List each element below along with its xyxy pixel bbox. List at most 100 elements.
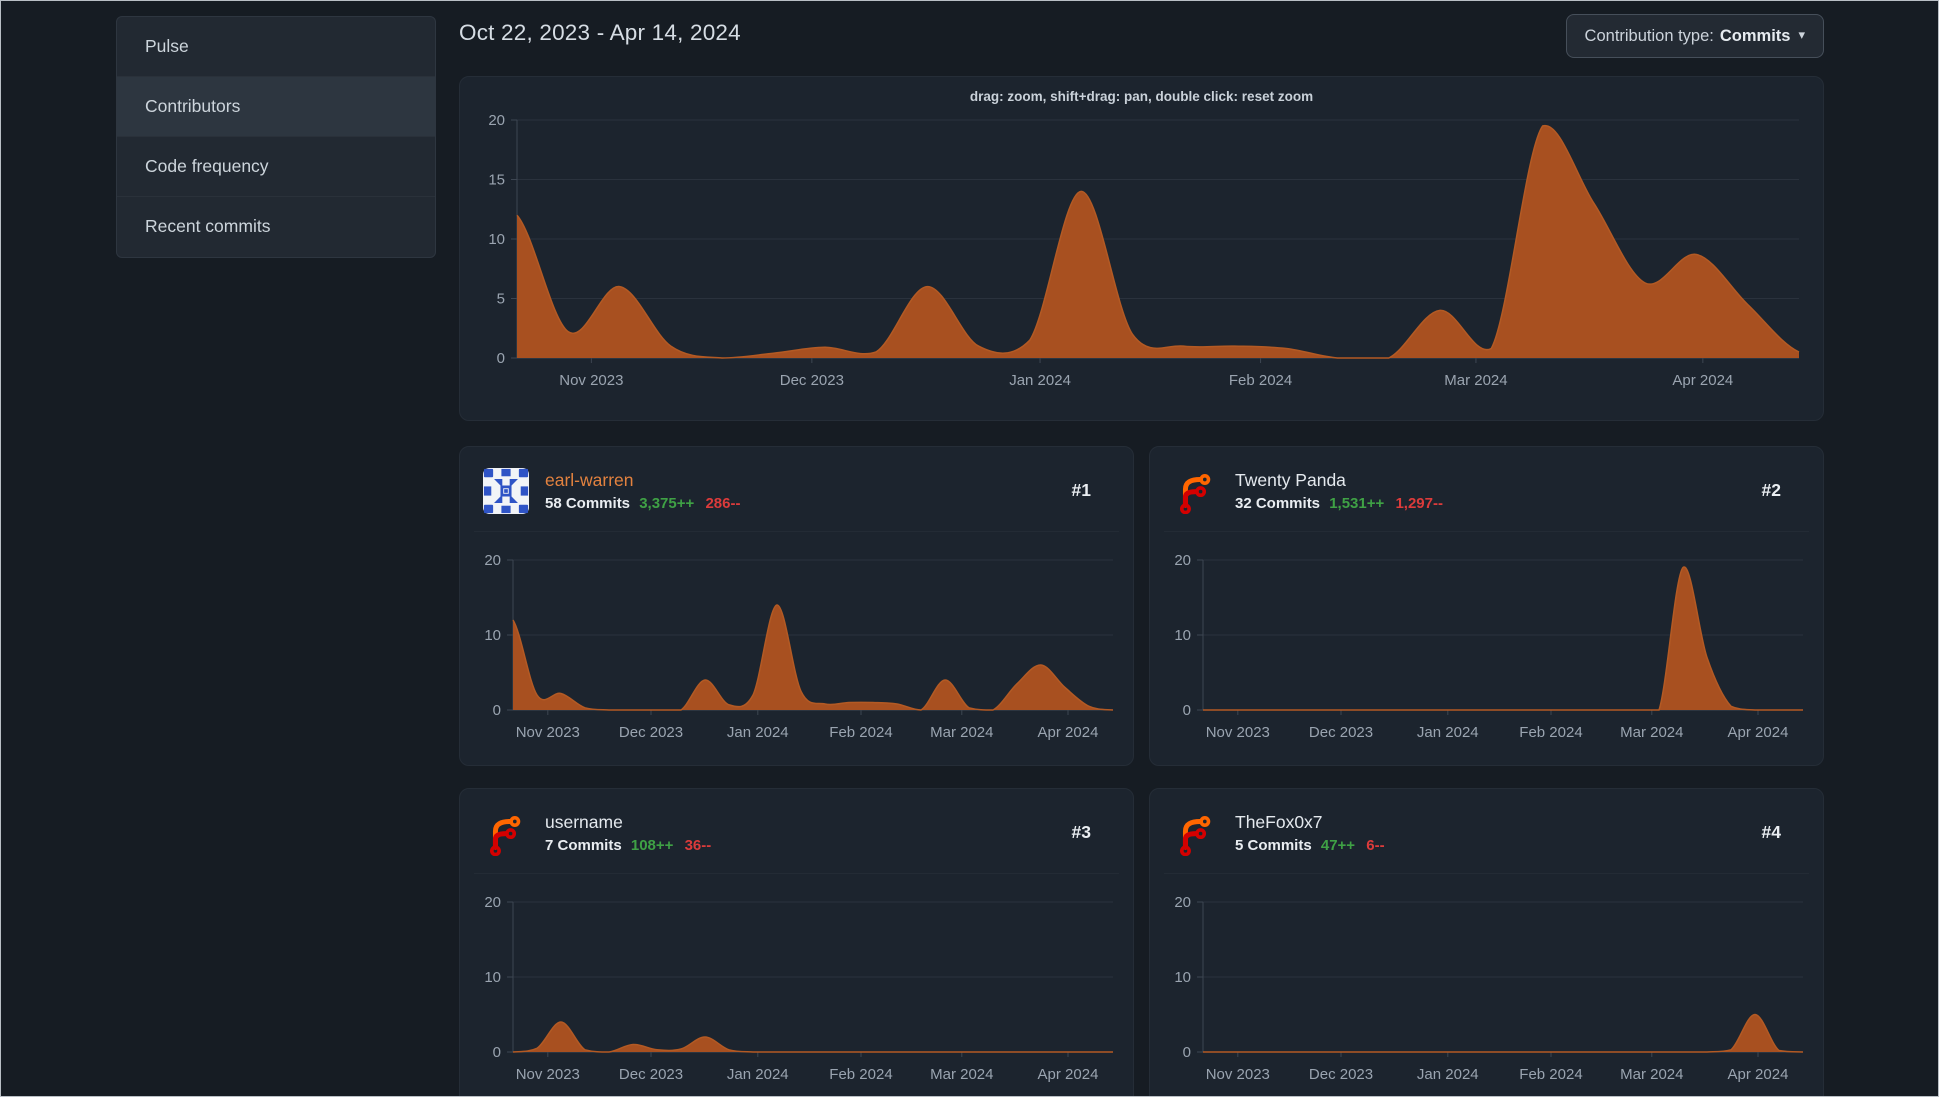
svg-text:Mar 2024: Mar 2024 <box>1620 724 1683 741</box>
additions-count: 108++ <box>630 836 674 854</box>
contributor-name: Twenty Panda <box>1235 469 1346 490</box>
contributor-stats: 58 Commits 3,375++ 286-- <box>545 495 1072 512</box>
svg-text:0: 0 <box>493 702 501 719</box>
overall-contributions-chart[interactable]: 0 5 10 15 20 Nov 2023 Dec 2023 Jan 2024 Feb 2024… <box>484 114 1801 398</box>
svg-text:0: 0 <box>1183 1044 1191 1061</box>
commit-count: 7 Commits <box>545 836 622 854</box>
svg-text:Nov 2023: Nov 2023 <box>516 1066 580 1083</box>
svg-text:Feb 2024: Feb 2024 <box>1229 372 1292 389</box>
contributor-name: TheFox0x7 <box>1235 811 1323 832</box>
contributor-card-header: username 7 Commits 108++ 36-- #3 <box>474 789 1119 874</box>
svg-text:15: 15 <box>488 172 505 189</box>
svg-text:Apr 2024: Apr 2024 <box>1728 724 1789 741</box>
contributor-rank: #4 <box>1761 822 1781 842</box>
contributor-identity: Twenty Panda 32 Commits 1,531++ 1,297-- <box>1235 470 1762 512</box>
svg-text:0: 0 <box>497 350 505 367</box>
date-range-title: Oct 22, 2023 - Apr 14, 2024 <box>459 20 741 45</box>
contributor-card-header: earl-warren 58 Commits 3,375++ 286-- #1 <box>474 447 1119 532</box>
contributor-stats: 5 Commits 47++ 6-- <box>1235 837 1762 854</box>
svg-text:10: 10 <box>1174 627 1191 644</box>
svg-text:20: 20 <box>488 114 505 129</box>
svg-text:Mar 2024: Mar 2024 <box>930 1066 993 1083</box>
contributor-chart[interactable]: 0 10 20 Nov 2023 Dec 2023 Jan 2024 Feb 2024 Mar… <box>1164 896 1811 1092</box>
contributor-rank: #2 <box>1761 480 1781 500</box>
svg-text:Feb 2024: Feb 2024 <box>829 724 892 741</box>
contributor-card: TheFox0x7 5 Commits 47++ 6-- #4 0 10 20 Nov… <box>1149 788 1824 1096</box>
commit-count: 58 Commits <box>545 494 631 512</box>
identicon-avatar <box>483 467 529 514</box>
chart-zoom-hint: drag: zoom, shift+drag: pan, double clic… <box>969 89 1314 104</box>
svg-text:0: 0 <box>493 1044 501 1061</box>
svg-text:Nov 2023: Nov 2023 <box>1206 724 1270 741</box>
additions-count: 47++ <box>1320 836 1356 854</box>
deletions-count: 1,297-- <box>1395 494 1443 512</box>
svg-text:Apr 2024: Apr 2024 <box>1672 372 1733 389</box>
sidebar-item-contributors[interactable]: Contributors <box>117 77 435 137</box>
contributor-card: Twenty Panda 32 Commits 1,531++ 1,297-- … <box>1149 446 1824 766</box>
contributor-chart[interactable]: 0 10 20 Nov 2023 Dec 2023 Jan 2024 Feb 2024 Mar… <box>1164 554 1811 750</box>
svg-text:5: 5 <box>497 291 505 308</box>
contributor-stats: 7 Commits 108++ 36-- <box>545 837 1072 854</box>
svg-text:Jan 2024: Jan 2024 <box>727 724 789 741</box>
contribution-type-dropdown[interactable]: Contribution type: Commits ▾ <box>1565 14 1824 58</box>
additions-count: 3,375++ <box>639 494 695 512</box>
svg-text:Dec 2023: Dec 2023 <box>1309 724 1373 741</box>
svg-text:Dec 2023: Dec 2023 <box>1309 1066 1373 1083</box>
contributor-chart[interactable]: 0 10 20 Nov 2023 Dec 2023 Jan 2024 Feb 2024 Mar… <box>474 896 1121 1092</box>
svg-text:Jan 2024: Jan 2024 <box>1417 724 1479 741</box>
contributors-page: Pulse Contributors Code frequency Recent… <box>0 0 1939 1097</box>
svg-text:Apr 2024: Apr 2024 <box>1038 724 1099 741</box>
contribution-type-label: Contribution type: <box>1584 26 1714 45</box>
svg-text:10: 10 <box>488 231 505 248</box>
sidebar-menu: Pulse Contributors Code frequency Recent… <box>116 16 436 258</box>
sidebar-item-recent-commits[interactable]: Recent commits <box>117 197 435 257</box>
contributor-name-link[interactable]: earl-warren <box>545 470 634 491</box>
svg-text:Nov 2023: Nov 2023 <box>559 372 623 389</box>
commit-count: 5 Commits <box>1235 836 1312 854</box>
contributor-rank: #1 <box>1071 480 1091 500</box>
svg-text:Dec 2023: Dec 2023 <box>619 724 683 741</box>
svg-text:20: 20 <box>484 896 501 911</box>
chevron-down-icon: ▾ <box>1798 27 1805 42</box>
additions-count: 1,531++ <box>1329 494 1385 512</box>
deletions-count: 36-- <box>684 836 712 854</box>
svg-text:20: 20 <box>484 554 501 569</box>
forgejo-logo-avatar <box>1173 468 1219 514</box>
contributor-rank: #3 <box>1071 822 1091 842</box>
contributor-cards-grid: earl-warren 58 Commits 3,375++ 286-- #1 … <box>459 446 1824 1096</box>
commit-count: 32 Commits <box>1235 494 1321 512</box>
content-header: Oct 22, 2023 - Apr 14, 2024 Contribution… <box>459 14 1824 76</box>
svg-text:Feb 2024: Feb 2024 <box>1519 1066 1582 1083</box>
svg-text:Nov 2023: Nov 2023 <box>516 724 580 741</box>
svg-text:Dec 2023: Dec 2023 <box>619 1066 683 1083</box>
svg-text:Jan 2024: Jan 2024 <box>1417 1066 1479 1083</box>
forgejo-logo-avatar <box>1173 810 1219 856</box>
svg-text:Apr 2024: Apr 2024 <box>1728 1066 1789 1083</box>
contributor-identity: username 7 Commits 108++ 36-- <box>545 812 1072 854</box>
contributor-card: earl-warren 58 Commits 3,375++ 286-- #1 … <box>459 446 1134 766</box>
contributor-chart[interactable]: 0 10 20 Nov 2023 Dec 2023 Jan 2024 Feb 2024 Mar… <box>474 554 1121 750</box>
svg-text:Feb 2024: Feb 2024 <box>1519 724 1582 741</box>
contributor-card-header: TheFox0x7 5 Commits 47++ 6-- #4 <box>1164 789 1809 874</box>
svg-text:Mar 2024: Mar 2024 <box>1620 1066 1683 1083</box>
svg-text:Feb 2024: Feb 2024 <box>829 1066 892 1083</box>
contributor-identity: TheFox0x7 5 Commits 47++ 6-- <box>1235 812 1762 854</box>
contributor-identity: earl-warren 58 Commits 3,375++ 286-- <box>545 470 1072 512</box>
svg-text:Apr 2024: Apr 2024 <box>1038 1066 1099 1083</box>
contributor-card-header: Twenty Panda 32 Commits 1,531++ 1,297-- … <box>1164 447 1809 532</box>
svg-text:20: 20 <box>1174 554 1191 569</box>
deletions-count: 6-- <box>1366 836 1385 854</box>
svg-text:Nov 2023: Nov 2023 <box>1206 1066 1270 1083</box>
svg-text:10: 10 <box>1174 969 1191 986</box>
sidebar-item-pulse[interactable]: Pulse <box>117 17 435 77</box>
contribution-type-value: Commits <box>1719 26 1791 45</box>
svg-text:Jan 2024: Jan 2024 <box>727 1066 789 1083</box>
forgejo-logo-avatar <box>483 810 529 856</box>
svg-text:Dec 2023: Dec 2023 <box>780 372 844 389</box>
contributor-card: username 7 Commits 108++ 36-- #3 0 10 20 No… <box>459 788 1134 1096</box>
sidebar-item-code-frequency[interactable]: Code frequency <box>117 137 435 197</box>
svg-text:20: 20 <box>1174 896 1191 911</box>
svg-text:Mar 2024: Mar 2024 <box>930 724 993 741</box>
overall-contributions-card: drag: zoom, shift+drag: pan, double clic… <box>459 76 1824 421</box>
contributor-stats: 32 Commits 1,531++ 1,297-- <box>1235 495 1762 512</box>
